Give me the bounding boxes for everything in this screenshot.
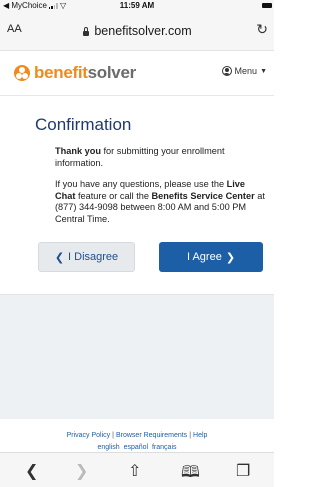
url-text: benefitsolver.com: [94, 24, 192, 38]
language-english-link[interactable]: english: [97, 444, 119, 451]
language-french-link[interactable]: français: [152, 444, 177, 451]
chevron-left-icon: ❮: [54, 251, 65, 264]
browser-requirements-link[interactable]: Browser Requirements: [116, 432, 187, 439]
content-spacer: [0, 294, 274, 419]
status-time: 11:59 AM: [119, 1, 155, 10]
disagree-button[interactable]: ❮ I Disagree: [38, 242, 135, 272]
menu-label: Menu: [234, 66, 258, 76]
confirmation-panel: Confirmation Thank you for submitting yo…: [0, 96, 274, 294]
benefitsolver-logo-icon: [14, 65, 30, 81]
logo-text: benefitsolver: [34, 63, 136, 82]
help-link[interactable]: Help: [193, 432, 207, 439]
text-size-button[interactable]: AA: [7, 23, 22, 35]
chevron-right-icon: ❯: [225, 251, 236, 264]
tabs-icon[interactable]: ❐: [236, 461, 250, 481]
page-title: Confirmation: [35, 115, 132, 134]
browser-toolbar: ❮ ❯ ⇧ 🕮 ❐: [0, 452, 274, 487]
bookmarks-icon[interactable]: 🕮: [181, 461, 200, 487]
help-text: If you have any questions, please use th…: [55, 179, 265, 224]
browser-url-bar: AA benefitsolver.com ↻: [0, 11, 274, 51]
thank-you-text: Thank you for submitting your enrollment…: [55, 146, 225, 168]
service-center-text: Benefits Service Center: [151, 190, 255, 201]
agree-button[interactable]: I Agree ❯: [159, 242, 263, 272]
share-icon[interactable]: ⇧: [128, 461, 141, 481]
reload-icon[interactable]: ↻: [256, 21, 268, 38]
status-bar: ◀ MyChoice ▽ 11:59 AM: [0, 0, 274, 11]
lock-icon: [82, 26, 90, 36]
menu-button[interactable]: Menu ▼: [221, 66, 267, 76]
battery-icon: [262, 3, 272, 8]
forward-icon[interactable]: ❯: [75, 461, 88, 481]
language-spanish-link[interactable]: español: [124, 444, 149, 451]
user-icon: [221, 66, 232, 76]
site-header: benefitsolver Menu ▼: [0, 51, 274, 96]
site-footer: Privacy Policy | Browser Requirements | Help…: [0, 419, 274, 452]
caret-down-icon: ▼: [260, 67, 267, 75]
address-field[interactable]: benefitsolver.com: [34, 20, 240, 42]
site-logo[interactable]: benefitsolver: [14, 63, 136, 83]
back-icon[interactable]: ❮: [25, 461, 38, 481]
privacy-policy-link[interactable]: Privacy Policy: [67, 432, 111, 439]
